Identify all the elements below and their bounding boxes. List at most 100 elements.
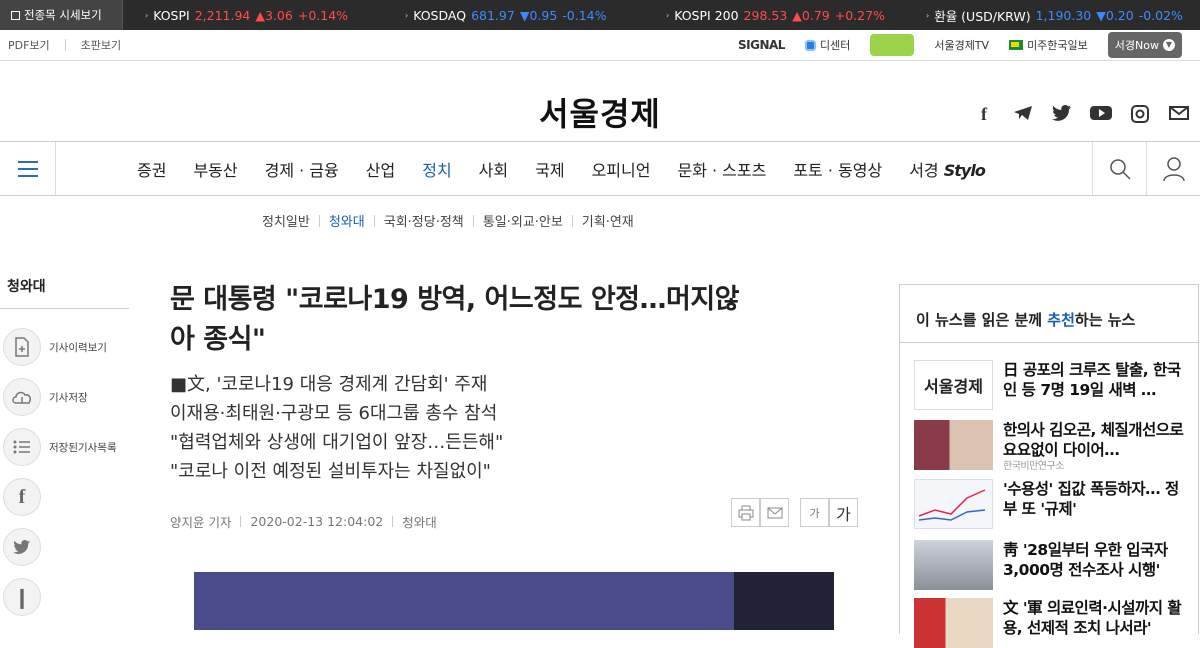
menu-item-politics[interactable]: 정치 [422,157,451,181]
story-icon: ❙ [3,578,41,616]
twitter-icon [3,528,41,566]
list-icon [3,428,41,466]
first-edition-link[interactable]: 초판보기 [81,37,121,53]
divider [472,214,474,227]
article-section[interactable]: 청와대 [402,512,437,531]
bullet-icon: › [926,10,930,20]
signal-link[interactable]: SIGNAL [738,38,785,52]
email-icon[interactable] [760,498,789,527]
article: 문 대통령 "코로나19 방역, 어느정도 안정…머지않 아 종식" ■文, '… [170,280,860,486]
bullet-icon: › [145,10,149,20]
menu-item-economy[interactable]: 경제 · 금융 [265,157,339,181]
main-navigation: 증권 부동산 경제 · 금융 산업 정치 사회 국제 오피니언 문화 · 스포츠… [0,141,1200,196]
article-subheadlines: ■文, '코로나19 대응 경제계 간담회' 주재 이재용·최태원·구광모 등 … [170,370,860,486]
divider [64,39,66,51]
ticker-kospi200[interactable]: › KOSPI 200 298.53 ▲0.79 +0.27% [666,0,885,30]
decenter-link[interactable]: 디센터 [804,37,850,53]
menu-item-photo[interactable]: 포토 · 동영상 [793,157,882,181]
share-story-button[interactable]: ❙ [3,578,41,616]
menu-item-industry[interactable]: 산업 [366,157,395,181]
sedaily-now-button[interactable]: 서경Now ▼ [1107,32,1182,58]
youtube-icon[interactable] [1090,105,1112,123]
subheadline: 이재용·최태원·구광모 등 6대그룹 총수 참석 [170,403,498,424]
sub-navigation: 정치일반 청와대 국회·정당·정책 통일·외교·안보 기획·연재 [262,211,634,230]
subnav-politics-general[interactable]: 정치일반 [262,211,310,230]
decenter-icon [804,39,816,51]
twitter-icon[interactable] [1051,105,1073,123]
ad-overlay-label: 한국비만연구소 [1003,461,1064,472]
font-size-small-button[interactable]: 가 [800,498,829,527]
divider [318,214,320,227]
recommended-item-title: '수용성' 집값 폭등하자… 정부 또 '규제' [1003,480,1179,518]
menu-item-realestate[interactable]: 부동산 [193,157,237,181]
menu-item-world[interactable]: 국제 [535,157,564,181]
subnav-unification[interactable]: 통일·외교·안보 [483,211,563,230]
subnav-blue-house[interactable]: 청와대 [329,211,365,230]
article-headline: 문 대통령 "코로나19 방역, 어느정도 안정…머지않 아 종식" [170,284,740,355]
recommended-item-title: 한의사 김오곤, 체질개선으로 요요없이 다이어… 한국비만연구소 [1003,420,1189,477]
ticker-exchange[interactable]: › 환율 (USD/KRW) 1,190.30 ▼0.20 -0.02% [926,0,1183,30]
user-icon[interactable] [1146,142,1200,195]
subnav-series[interactable]: 기획·연재 [582,211,634,230]
saved-articles-button[interactable]: 저장된기사목록 [3,428,117,466]
hamburger-menu-icon[interactable] [0,142,56,195]
bullet-icon: › [405,10,409,20]
menu-item-stocks[interactable]: 증권 [137,157,166,181]
menu-item-society[interactable]: 사회 [479,157,508,181]
ticker-kospi[interactable]: › KOSPI 2,211.94 ▲3.06 +0.14% [145,0,348,30]
sedaily-tv-link[interactable]: 서울경제TV [934,37,989,53]
font-size-large-button[interactable]: 가 [829,498,858,527]
menu-item-stylo[interactable]: 서경 Stylo [909,157,986,181]
save-article-button[interactable]: 기사저장 [3,378,88,416]
menu-item-opinion[interactable]: 오피니언 [592,157,651,181]
subheadline: "협력업체와 상생에 대기업이 앞장…든든해" [170,432,504,453]
all-stocks-button[interactable]: 전종목 시세보기 [0,0,123,30]
menu-list: 증권 부동산 경제 · 금융 산업 정치 사회 국제 오피니언 문화 · 스포츠… [137,142,986,195]
stylo-logo: Stylo [943,160,986,180]
reporter-name[interactable]: 양지윤 기자 [170,512,231,531]
search-icon[interactable] [1092,142,1146,195]
cloud-upload-icon [3,378,41,416]
market-ticker: 전종목 시세보기 › KOSPI 2,211.94 ▲3.06 +0.14% ›… [0,0,1200,30]
facebook-icon[interactable]: f [973,105,995,123]
subnav-assembly[interactable]: 국회·정당·정책 [384,211,464,230]
recommended-item[interactable]: '수용성' 집값 폭등하자… 정부 또 '규제' [914,479,1189,529]
article-history-button[interactable]: 기사이력보기 [3,328,107,366]
ticker-kosdaq[interactable]: › KOSDAQ 681.97 ▼0.95 -0.14% [405,0,607,30]
bullet-icon: › [666,10,670,20]
print-icon[interactable] [731,498,760,527]
recommended-item[interactable]: 靑 '28일부터 우한 입국자 3,000명 전수조사 시행' [914,540,1189,590]
article-photo [194,572,834,630]
game-logo-icon [870,34,915,56]
divider [392,516,394,527]
menu-item-culture[interactable]: 문화 · 스포츠 [677,157,766,181]
chevron-down-icon: ▼ [1163,39,1175,51]
mail-icon[interactable] [1168,105,1190,123]
article-meta: 양지윤 기자 2020-02-13 12:04:02 청와대 [170,512,437,531]
recommended-news-title: 이 뉴스를 읽은 분께 추천하는 뉴스 [900,285,1198,343]
section-title: 청와대 [0,272,129,309]
pdf-view-link[interactable]: PDF보기 [8,37,50,53]
game-link[interactable] [870,34,915,56]
recommended-item[interactable]: 文 '軍 의료인력·시설까지 활용, 선제적 조치 나서라' [914,598,1189,648]
recommended-item-title: 文 '軍 의료인력·시설까지 활용, 선제적 조치 나서라' [1003,599,1182,637]
share-twitter-button[interactable] [3,528,41,566]
grid-icon [11,10,20,20]
utility-bar: PDF보기 초판보기 SIGNAL 디센터 서울경제TV 미주한국일보 서경No… [0,30,1200,61]
left-sidebar: 청와대 [0,272,130,309]
telegram-icon[interactable] [1012,105,1034,123]
instagram-icon[interactable] [1129,105,1151,123]
article-tools: 가 가 [731,498,858,527]
social-links: f [973,105,1190,123]
divider [571,214,573,227]
subheadline: ■文, '코로나19 대응 경제계 간담회' 주재 [170,374,488,395]
share-facebook-button[interactable]: f [3,478,41,516]
korea-daily-usa-link[interactable]: 미주한국일보 [1009,37,1088,53]
recommended-item[interactable]: 서울경제 日 공포의 크루즈 탈출, 한국인 등 7명 19일 새벽 … [914,360,1189,410]
recommended-item[interactable]: 한의사 김오곤, 체질개선으로 요요없이 다이어… 한국비만연구소 [914,420,1189,477]
recommended-item-title: 日 공포의 크루즈 탈출, 한국인 등 7명 19일 새벽 … [1003,361,1181,399]
thumbnail-image [914,540,993,590]
divider [240,516,242,527]
subheadline: "코로나 이전 예정된 설비투자는 차질없이" [170,461,491,482]
flag-icon [1009,40,1024,50]
